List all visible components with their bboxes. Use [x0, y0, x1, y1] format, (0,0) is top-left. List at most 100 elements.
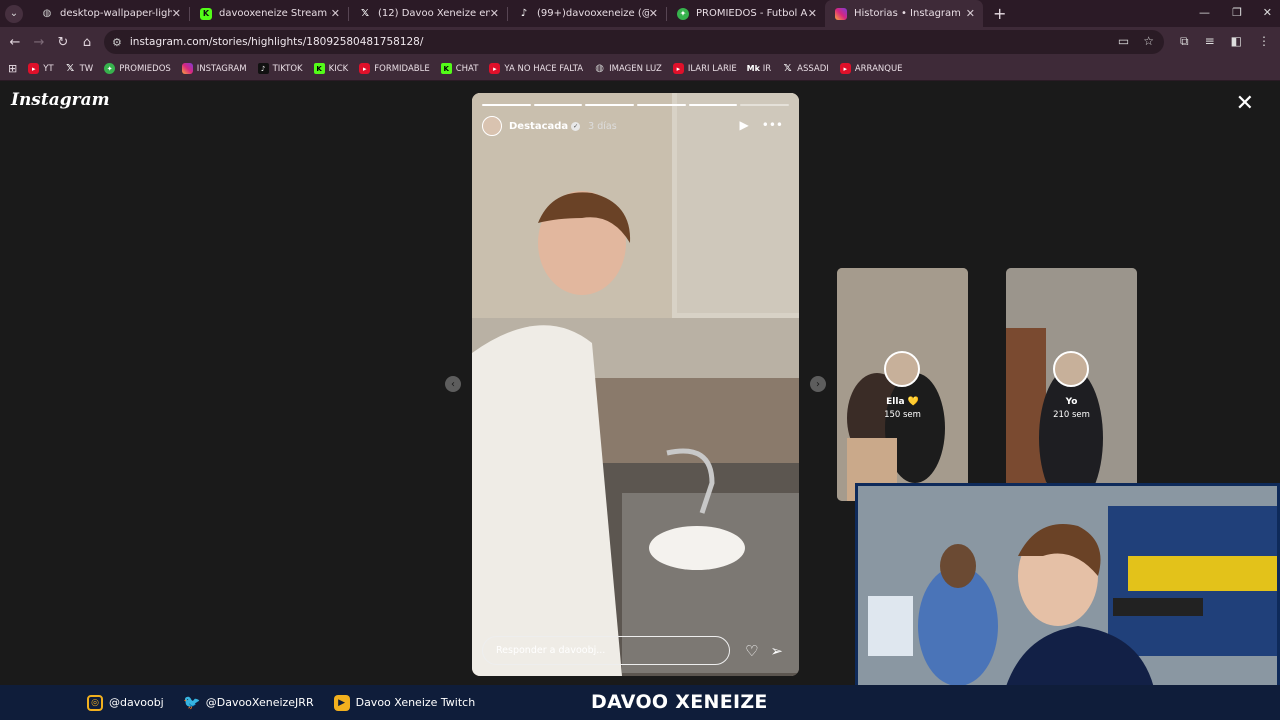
social-instagram: ◎ @davoobj — [87, 694, 164, 711]
tab-instagram[interactable]: Historias • Instagram ✕ — [825, 0, 983, 27]
instagram-icon — [835, 7, 847, 20]
social-youtube: ▶ Davoo Xeneize Twitch — [333, 694, 475, 711]
bookmark-label: YA NO HACE FALTA — [504, 63, 584, 74]
bookmark-label: CHAT — [455, 63, 479, 74]
address-bar[interactable]: ⚙ instagram.com/stories/highlights/18092… — [104, 30, 1164, 54]
highlight-preview-yo[interactable]: Yo 210 sem — [1006, 268, 1137, 501]
tab-wallpaper[interactable]: ◍ desktop-wallpaper-light-yellow ✕ — [31, 0, 189, 27]
bookmark-ya-no-hace-falta[interactable]: ▸ YA NO HACE FALTA — [489, 63, 583, 74]
back-arrow-icon[interactable]: ← — [3, 35, 27, 50]
more-menu-icon[interactable]: ⋮ — [1258, 34, 1270, 49]
story-viewer[interactable]: Destacada ✓ 3 días ▶ ••• Responder a dav… — [472, 93, 799, 676]
highlight-preview-ella[interactable]: Ella 💛 150 sem — [837, 268, 968, 501]
bookmark-label: YT — [43, 63, 54, 74]
close-icon[interactable]: ✕ — [649, 7, 658, 20]
new-tab-plus-icon[interactable]: + — [993, 4, 1006, 23]
tab-kick[interactable]: K davooxeneize Stream - Watch l ✕ — [190, 0, 348, 27]
youtube-icon: ▸ — [839, 63, 851, 74]
close-story-icon[interactable]: ✕ — [1236, 91, 1254, 116]
omnibox-actions: ▭ ☆ — [1118, 34, 1154, 48]
bookmark-ilari-larie[interactable]: ▸ ILARI LARIE — [672, 63, 737, 74]
more-options-icon[interactable]: ••• — [762, 118, 783, 132]
media-controls-icon[interactable]: ≡ — [1205, 34, 1215, 49]
bookmark-tw[interactable]: 𝕏 TW — [65, 63, 94, 74]
toolbar-right: ⧉ ≡ ◧ ⋮ — [1180, 34, 1270, 49]
profile-avatar-icon[interactable]: ◧ — [1231, 34, 1242, 49]
highlight-avatar — [1053, 351, 1089, 387]
youtube-icon: ▸ — [489, 63, 501, 74]
youtube-icon: ▸ — [28, 63, 40, 74]
highlight-avatar — [884, 351, 920, 387]
play-icon[interactable]: ▶ — [740, 118, 749, 132]
tiktok-icon: ♪ — [257, 63, 269, 74]
bookmark-kick[interactable]: K KICK — [313, 63, 348, 74]
x-icon: 𝕏 — [360, 8, 370, 19]
story-username[interactable]: Destacada — [509, 121, 568, 132]
bookmark-tiktok[interactable]: ♪ TIKTOK — [257, 63, 303, 74]
bookmark-chat[interactable]: K CHAT — [440, 63, 479, 74]
progress-segment — [482, 104, 531, 106]
globe-icon: ◍ — [42, 8, 52, 19]
avatar[interactable] — [482, 116, 502, 136]
bookmark-promiedos[interactable]: ✦ PROMIEDOS — [104, 63, 171, 74]
instagram-icon — [181, 63, 193, 74]
tab-title: (99+)davooxeneize (@davooxe — [537, 8, 649, 19]
cast-icon[interactable]: ▭ — [1118, 34, 1129, 48]
bookmark-formidable[interactable]: ▸ FORMIDABLE — [359, 63, 430, 74]
mk-icon: Mk — [746, 64, 760, 73]
minimize-icon[interactable]: — — [1199, 6, 1210, 19]
story-photo — [472, 93, 799, 676]
social-handle: @DavooXeneizeJRR — [205, 696, 314, 709]
site-info-icon[interactable]: ⚙ — [112, 36, 122, 49]
x-icon: 𝕏 — [783, 63, 792, 74]
close-icon[interactable]: ✕ — [331, 7, 340, 20]
x-icon: 𝕏 — [66, 63, 75, 74]
send-icon[interactable]: ➢ — [770, 642, 783, 660]
progress-segment — [585, 104, 635, 106]
bookmark-label: ILARI LARIE — [687, 63, 737, 74]
twitter-icon: 🐦 — [183, 694, 201, 711]
bookmark-label: FORMIDABLE — [374, 63, 430, 74]
story-timestamp: 3 días — [588, 120, 617, 132]
heart-icon[interactable]: ♡ — [745, 642, 758, 660]
reply-actions: ♡ ➢ — [745, 642, 783, 660]
bookmark-instagram[interactable]: INSTAGRAM — [181, 63, 247, 74]
bookmark-yt[interactable]: ▸ YT — [28, 63, 54, 74]
apps-grid-icon[interactable]: ⊞ — [8, 62, 17, 75]
restore-icon[interactable]: ❐ — [1232, 6, 1242, 19]
bookmark-star-icon[interactable]: ☆ — [1143, 34, 1154, 48]
forward-arrow-icon[interactable]: → — [27, 35, 51, 50]
tab-title: (12) Davoo Xeneize en X: "La c — [378, 8, 490, 19]
story-controls: ▶ ••• — [740, 118, 783, 132]
bookmark-imagen-luz[interactable]: ◍ IMAGEN LUZ — [594, 63, 662, 74]
tab-x[interactable]: 𝕏 (12) Davoo Xeneize en X: "La c ✕ — [349, 0, 507, 27]
bookmark-label: PROMIEDOS — [119, 63, 171, 74]
tab-tiktok[interactable]: ♪ (99+)davooxeneize (@davooxe ✕ — [508, 0, 666, 27]
youtube-icon: ▶ — [333, 694, 350, 711]
tab-title: Historias • Instagram — [854, 8, 961, 19]
instagram-icon: ◎ — [87, 694, 103, 711]
reload-icon[interactable]: ↻ — [51, 35, 75, 50]
close-icon[interactable]: ✕ — [490, 7, 499, 20]
next-story-icon[interactable]: › — [810, 376, 826, 392]
extensions-icon[interactable]: ⧉ — [1180, 34, 1189, 49]
bookmark-label: ARRANQUE — [854, 63, 903, 74]
previous-story-icon[interactable]: ‹ — [445, 376, 461, 392]
close-icon[interactable]: ✕ — [172, 7, 181, 20]
bookmark-label: TW — [79, 63, 94, 74]
bookmark-label: INSTAGRAM — [196, 63, 247, 74]
bookmark-arranque[interactable]: ▸ ARRANQUE — [839, 63, 903, 74]
window-close-icon[interactable]: ✕ — [1263, 6, 1272, 19]
tiktok-icon: ♪ — [520, 8, 528, 19]
reply-input[interactable]: Responder a davoobj... — [482, 636, 730, 665]
close-icon[interactable]: ✕ — [808, 7, 817, 20]
bookmark-assadi[interactable]: 𝕏 ASSADI — [782, 63, 829, 74]
instagram-logo[interactable]: Instagram — [11, 90, 110, 110]
home-icon[interactable]: ⌂ — [75, 35, 99, 50]
tab-promiedos[interactable]: ✦ PROMIEDOS - Futbol Argentino ✕ — [667, 0, 825, 27]
bookmark-label: TIKTOK — [272, 63, 303, 74]
bookmark-ir[interactable]: Mk IR — [746, 63, 772, 74]
tab-search-button[interactable]: ⌄ — [5, 4, 23, 23]
close-icon[interactable]: ✕ — [966, 7, 975, 20]
bookmark-label: IR — [762, 63, 772, 74]
